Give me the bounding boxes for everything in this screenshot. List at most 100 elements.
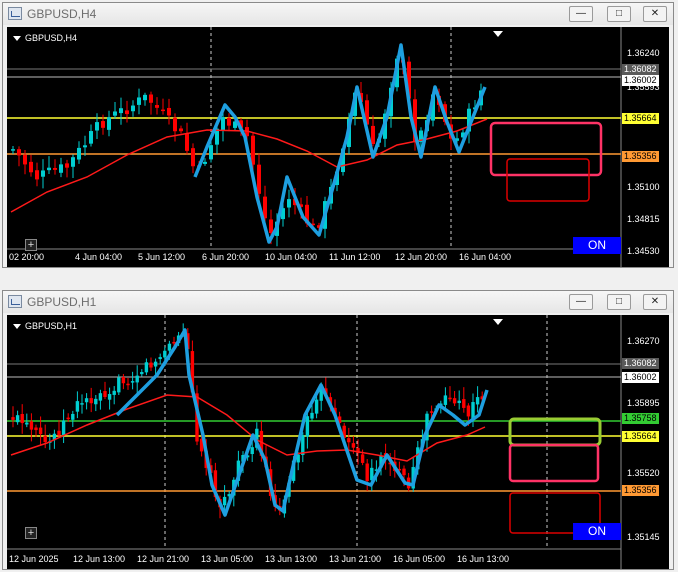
candle-body — [149, 362, 153, 368]
candle-body — [117, 377, 121, 393]
candle-body — [135, 375, 139, 383]
time-axis-label: 4 Jun 04:00 — [75, 252, 123, 262]
candle-body — [221, 117, 225, 131]
candle-body — [144, 362, 149, 373]
price-scale[interactable]: 1.36270 1.35895 1.35520 1.35145 1.36082 1.360… — [621, 315, 669, 569]
chart-canvas[interactable] — [7, 27, 669, 267]
candle-body — [347, 438, 351, 443]
candle-body — [203, 161, 207, 164]
candle-body — [71, 157, 75, 167]
minimize-button[interactable]: — — [569, 6, 593, 22]
candle-body — [191, 148, 195, 167]
chart-shift-icon[interactable] — [493, 319, 503, 325]
candle-body — [227, 117, 231, 126]
chart-symbol-label: GBPUSD,H1 — [25, 321, 78, 331]
candle-body — [310, 412, 314, 419]
candle-body — [360, 454, 365, 463]
price-tag-orange: 1.35356 — [622, 151, 659, 162]
price-tag-green: 1.35758 — [622, 413, 659, 424]
maximize-button[interactable]: □ — [607, 294, 631, 310]
close-button[interactable]: ✕ — [643, 6, 667, 22]
candle-body — [475, 397, 480, 405]
price-chart[interactable]: GBPUSD,H1 + ON 1.36270 1.35895 1.35520 1.35… — [7, 315, 669, 569]
chart-shift-icon[interactable] — [493, 31, 503, 37]
price-chart[interactable]: GBPUSD,H4 + ON 1.36240 1.35593 1.35100 1.34… — [7, 27, 669, 267]
time-scale[interactable]: 02 20:00 4 Jun 04:00 5 Jun 12:00 6 Jun 20:0… — [7, 249, 621, 267]
time-axis-label: 16 Jun 04:00 — [459, 252, 512, 262]
candle-body — [112, 390, 116, 395]
candle-body — [84, 398, 89, 403]
window-titlebar[interactable]: GBPUSD,H1 — □ ✕ — [3, 291, 673, 313]
candle-body — [47, 167, 51, 171]
hand-drawn-trend-line — [115, 328, 489, 517]
chart-symbol-label: GBPUSD,H4 — [25, 33, 78, 43]
candle-body — [83, 145, 87, 148]
candle-body — [121, 377, 126, 384]
candle-body — [25, 422, 29, 425]
maximize-button[interactable]: □ — [607, 6, 631, 22]
candle-body — [209, 145, 213, 160]
candle-body — [471, 402, 475, 419]
candle-body — [29, 161, 33, 173]
candle-body — [107, 394, 112, 400]
time-scale[interactable]: 12 Jun 2025 12 Jun 13:00 12 Jun 21:00 13 Ju… — [7, 551, 621, 569]
time-axis-label: 13 Jun 13:00 — [265, 554, 318, 564]
candle-body — [222, 496, 227, 506]
candle-body — [15, 415, 20, 423]
candle-body — [402, 468, 406, 476]
on-button[interactable]: ON — [573, 523, 621, 540]
chart-menu-arrow-icon[interactable] — [13, 324, 21, 329]
price-tag-orange: 1.35356 — [622, 485, 659, 496]
price-tag-white: 1.36002 — [622, 75, 659, 86]
close-button[interactable]: ✕ — [643, 294, 667, 310]
candle-body — [143, 94, 147, 101]
zone-box-red — [506, 158, 590, 202]
candle-body — [149, 94, 153, 103]
minimize-button[interactable]: — — [569, 294, 593, 310]
window-titlebar[interactable]: GBPUSD,H4 — □ ✕ — [3, 3, 673, 25]
candle-body — [251, 135, 255, 165]
chart-canvas[interactable] — [7, 315, 669, 569]
candle-body — [305, 416, 310, 437]
candle-body — [101, 121, 105, 128]
candle-body — [20, 414, 24, 424]
time-axis-label: 16 Jun 05:00 — [393, 554, 446, 564]
candle-body — [113, 111, 117, 116]
candle-body — [167, 343, 172, 351]
time-axis-label: 5 Jun 12:00 — [138, 252, 186, 262]
zoom-plus-button[interactable]: + — [25, 527, 37, 539]
price-axis-label: 1.34530 — [627, 246, 660, 256]
candle-body — [11, 417, 15, 420]
chart-window-h1[interactable]: GBPUSD,H1 — □ ✕ GBPUSD,H1 + ON 1.36270 1.… — [2, 290, 674, 570]
candle-body — [457, 400, 461, 404]
zone-box-green — [508, 417, 602, 447]
time-axis-label: 12 Jun 13:00 — [73, 554, 126, 564]
time-axis-label: 10 Jun 04:00 — [265, 252, 318, 262]
chart-menu-arrow-icon[interactable] — [13, 36, 21, 41]
time-axis-label: 16 Jun 13:00 — [457, 554, 510, 564]
time-axis-label: 12 Jun 20:00 — [395, 252, 448, 262]
candle-body — [11, 149, 15, 151]
candle-body — [95, 122, 99, 131]
price-scale[interactable]: 1.36240 1.35593 1.35100 1.34815 1.34530 1.360… — [621, 27, 669, 267]
candle-body — [287, 199, 291, 208]
chart-window-h4[interactable]: GBPUSD,H4 — □ ✕ GBPUSD,H4 + ON 1.36240 1.… — [2, 2, 674, 268]
price-tag-gray: 1.36082 — [622, 358, 659, 369]
candle-body — [351, 443, 356, 448]
candle-body — [250, 447, 254, 455]
candle-body — [71, 413, 75, 420]
candle-body — [365, 463, 369, 482]
candle-body — [443, 395, 448, 405]
candle-body — [130, 381, 135, 383]
candle-body — [80, 403, 84, 405]
candle-body — [43, 435, 47, 443]
candle-body — [17, 149, 21, 156]
candle-body — [269, 219, 273, 233]
candle-body — [462, 399, 466, 408]
candle-body — [98, 393, 103, 401]
price-axis-label: 1.35895 — [627, 398, 660, 408]
price-tag-yellow: 1.35664 — [622, 113, 659, 124]
candle-body — [131, 105, 135, 112]
candle-body — [23, 154, 27, 165]
price-axis-label: 1.35100 — [627, 182, 660, 192]
